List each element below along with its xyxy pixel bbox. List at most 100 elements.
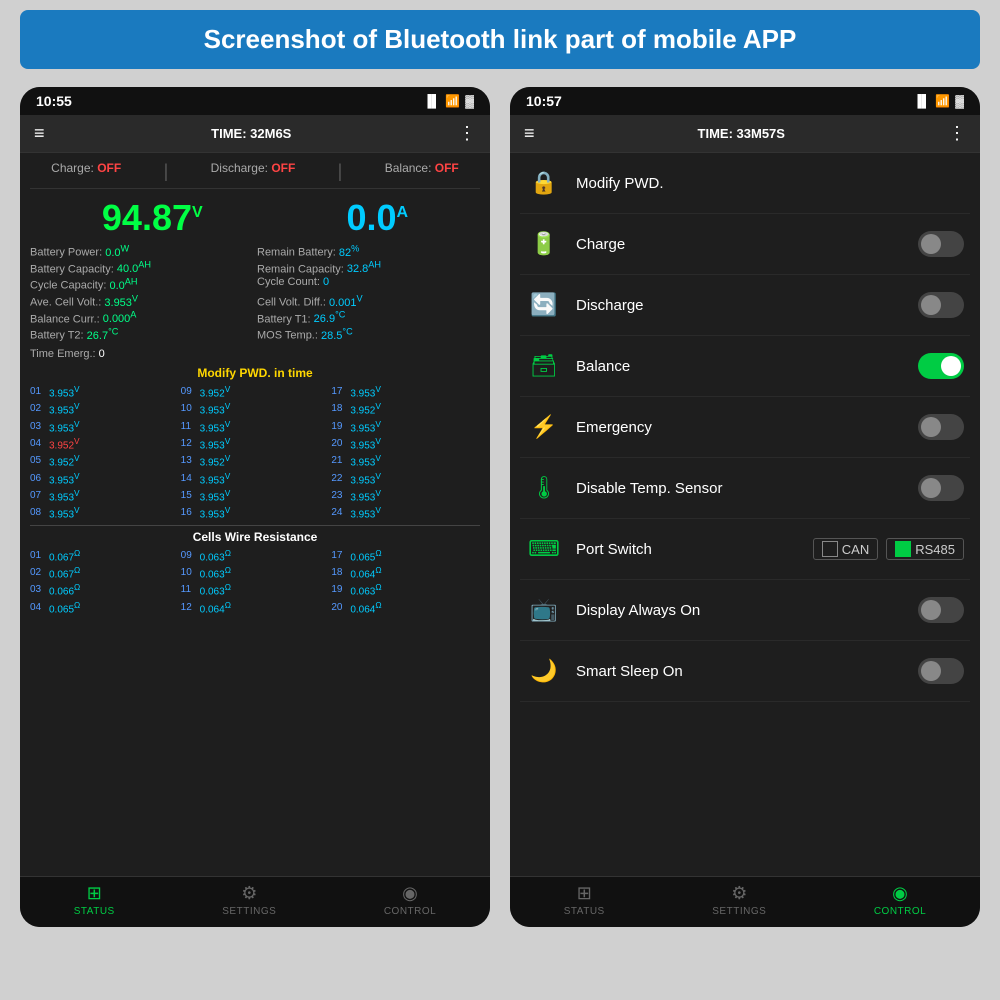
- phone-left: 10:55 ▐▌ 📶 ▓ ≡ TIME: 32M6S ⋮ Charge: OFF…: [20, 87, 490, 927]
- resist-02: 020.067Ω: [30, 565, 179, 580]
- thermometer-icon: 🌡: [530, 475, 558, 501]
- metric-balance-curr: Balance Curr.: 0.000A: [30, 310, 253, 326]
- display-icon: 📺: [530, 597, 557, 623]
- discharge-icon: 🔄: [530, 292, 557, 318]
- left-menu-button[interactable]: ≡: [34, 123, 45, 144]
- cell-15: 153.953V: [181, 488, 330, 503]
- nav-right-settings[interactable]: ⚙ SETTINGS: [712, 883, 766, 917]
- right-time: 10:57: [526, 93, 562, 109]
- cell-06: 063.953V: [30, 471, 179, 486]
- balance-toggle[interactable]: [918, 353, 964, 379]
- right-battery-icon: ▓: [955, 94, 964, 108]
- right-control-icon: ◉: [892, 883, 908, 904]
- big-current: 0.0A: [346, 197, 408, 239]
- charge-icon: 🔋: [530, 231, 557, 257]
- metric-cycle-count: Cycle Count: 0: [257, 276, 480, 292]
- can-option[interactable]: CAN: [813, 538, 878, 560]
- right-menu-button[interactable]: ≡: [524, 123, 535, 144]
- cell-11: 113.953V: [181, 419, 330, 434]
- header-banner: Screenshot of Bluetooth link part of mob…: [20, 10, 980, 69]
- ctrl-balance: 🗃 Balance: [520, 336, 970, 397]
- ctrl-emergency: ⚡ Emergency: [520, 397, 970, 458]
- ctrl-charge: 🔋 Charge: [520, 214, 970, 275]
- phones-row: 10:55 ▐▌ 📶 ▓ ≡ TIME: 32M6S ⋮ Charge: OFF…: [20, 87, 980, 927]
- nav-right-status-label: STATUS: [564, 906, 605, 917]
- charge-toggle[interactable]: [918, 231, 964, 257]
- resist-18: 180.064Ω: [331, 565, 480, 580]
- discharge-status: Discharge: OFF: [211, 161, 296, 182]
- nav-left-control[interactable]: ◉ CONTROL: [384, 883, 436, 917]
- metric-cycle-cap: Cycle Capacity: 0.0AH: [30, 276, 253, 292]
- left-toolbar: ≡ TIME: 32M6S ⋮: [20, 115, 490, 153]
- cell-21: 213.953V: [331, 453, 480, 468]
- emergency-icon: ⚡: [530, 414, 557, 440]
- resist-11: 110.063Ω: [181, 582, 330, 597]
- modify-pwd-label: Modify PWD.: [576, 175, 964, 192]
- right-bottom-nav: ⊞ STATUS ⚙ SETTINGS ◉ CONTROL: [510, 876, 980, 927]
- discharge-icon-wrap: 🔄: [526, 287, 562, 323]
- resist-09: 090.063Ω: [181, 548, 330, 563]
- emergency-toggle[interactable]: [918, 414, 964, 440]
- cell-16: 163.953V: [181, 505, 330, 520]
- balance-label: Balance: [576, 358, 904, 375]
- sleep-toggle[interactable]: [918, 658, 964, 684]
- discharge-toggle[interactable]: [918, 292, 964, 318]
- wifi-icon: 📶: [445, 94, 460, 108]
- resist-01: 010.067Ω: [30, 548, 179, 563]
- cell-19: 193.953V: [331, 419, 480, 434]
- disable-temp-label: Disable Temp. Sensor: [576, 480, 904, 497]
- cell-04: 043.952V: [30, 436, 179, 451]
- resist-12: 120.064Ω: [181, 600, 330, 615]
- temp-toggle[interactable]: [918, 475, 964, 501]
- time-emerg-row: Time Emerg.: 0: [30, 348, 480, 360]
- nav-settings-label: SETTINGS: [222, 906, 276, 917]
- rs485-checkbox[interactable]: [895, 541, 911, 557]
- left-content: Charge: OFF | Discharge: OFF | Balance: …: [20, 153, 490, 876]
- right-status-icons: ▐▌ 📶 ▓: [913, 94, 964, 108]
- emergency-label: Emergency: [576, 419, 904, 436]
- nav-right-control[interactable]: ◉ CONTROL: [874, 883, 926, 917]
- metric-remain-battery: Remain Battery: 82%: [257, 243, 480, 259]
- left-status-row: Charge: OFF | Discharge: OFF | Balance: …: [30, 161, 480, 189]
- can-checkbox[interactable]: [822, 541, 838, 557]
- left-more-button[interactable]: ⋮: [458, 123, 476, 144]
- right-toolbar-title: TIME: 33M57S: [698, 126, 785, 141]
- ctrl-modify-pwd[interactable]: 🔒 Modify PWD.: [520, 153, 970, 214]
- nav-left-status[interactable]: ⊞ STATUS: [74, 883, 115, 917]
- resist-20: 200.064Ω: [331, 600, 480, 615]
- ctrl-smart-sleep: 🌙 Smart Sleep On: [520, 641, 970, 702]
- charge-icon-wrap: 🔋: [526, 226, 562, 262]
- right-signal-icon: ▐▌: [913, 94, 930, 108]
- left-status-icons: ▐▌ 📶 ▓: [423, 94, 474, 108]
- resist-17: 170.065Ω: [331, 548, 480, 563]
- cell-08: 083.953V: [30, 505, 179, 520]
- rs485-label: RS485: [915, 542, 955, 557]
- resist-19: 190.063Ω: [331, 582, 480, 597]
- nav-left-settings[interactable]: ⚙ SETTINGS: [222, 883, 276, 917]
- cell-18: 183.952V: [331, 401, 480, 416]
- modify-pwd-icon-wrap: 🔒: [526, 165, 562, 201]
- nav-right-status[interactable]: ⊞ STATUS: [564, 883, 605, 917]
- phone-right: 10:57 ▐▌ 📶 ▓ ≡ TIME: 33M57S ⋮: [510, 87, 980, 927]
- right-settings-icon: ⚙: [731, 883, 747, 904]
- metric-mos-temp: MOS Temp.: 28.5°C: [257, 326, 480, 342]
- can-label: CAN: [842, 542, 869, 557]
- display-toggle[interactable]: [918, 597, 964, 623]
- nav-right-settings-label: SETTINGS: [712, 906, 766, 917]
- display-label: Display Always On: [576, 602, 904, 619]
- metric-cell-diff: Cell Volt. Diff.: 0.001V: [257, 293, 480, 309]
- right-statusbar: 10:57 ▐▌ 📶 ▓: [510, 87, 980, 115]
- right-content: 🔒 Modify PWD. 🔋 Charge: [510, 153, 980, 876]
- resistance-title: Cells Wire Resistance: [30, 525, 480, 544]
- metric-batt-t2: Battery T2: 26.7°C: [30, 326, 253, 342]
- cell-23: 233.953V: [331, 488, 480, 503]
- right-more-button[interactable]: ⋮: [948, 123, 966, 144]
- rs485-option[interactable]: RS485: [886, 538, 964, 560]
- nav-status-label: STATUS: [74, 906, 115, 917]
- ctrl-port-switch: ⌨ Port Switch CAN RS485: [520, 519, 970, 580]
- smart-sleep-label: Smart Sleep On: [576, 663, 904, 680]
- ctrl-discharge: 🔄 Discharge: [520, 275, 970, 336]
- lock-icon: 🔒: [530, 170, 557, 196]
- nav-control-label: CONTROL: [384, 906, 436, 917]
- cell-01: 013.953V: [30, 384, 179, 399]
